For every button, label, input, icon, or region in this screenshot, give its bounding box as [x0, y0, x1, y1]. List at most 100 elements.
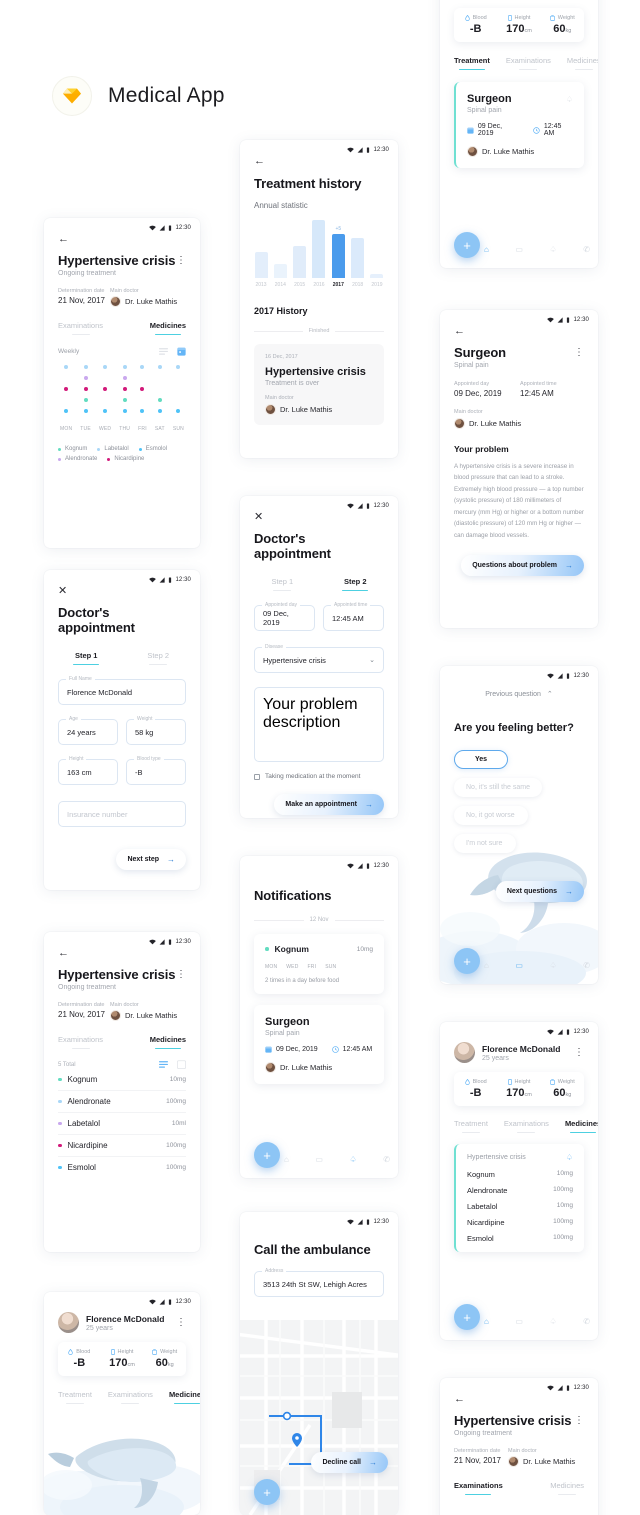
tab-medicines[interactable]: Medicines: [150, 1035, 186, 1049]
previous-question-label[interactable]: Previous question: [485, 691, 541, 698]
more-options-icon[interactable]: ⋮: [574, 347, 584, 358]
tab-medicines[interactable]: Medicines: [150, 321, 186, 335]
nav-bell-icon[interactable]: ♤: [550, 245, 557, 254]
full-name-field[interactable]: Full Name Florence McDonald: [58, 676, 186, 705]
nav-bell-icon[interactable]: ♤: [350, 1155, 357, 1164]
doctor-chip[interactable]: Dr. Luke Mathis: [467, 146, 573, 157]
doctor-chip[interactable]: Dr. Luke Mathis: [110, 296, 186, 307]
nav-home-icon[interactable]: ⌂: [284, 1155, 289, 1164]
back-arrow-icon[interactable]: ←: [58, 234, 186, 245]
nav-phone-icon[interactable]: ✆: [383, 1155, 390, 1164]
bell-icon[interactable]: ♤: [566, 95, 573, 104]
close-icon[interactable]: ✕: [58, 586, 186, 597]
tab-examinations[interactable]: Examinations: [58, 1035, 103, 1049]
more-options-icon[interactable]: ⋮: [574, 1415, 584, 1426]
age-field[interactable]: Age 24 years: [58, 716, 118, 745]
nav-phone-icon[interactable]: ✆: [583, 1317, 590, 1326]
option-yes[interactable]: Yes: [454, 750, 508, 769]
table-row[interactable]: Kognum 10mg: [58, 1069, 186, 1091]
appointed-day-label: Appointed day: [454, 381, 490, 387]
medicine-notification-card[interactable]: Kognum 10mg MON WED FRI SUN 2 times in a…: [254, 934, 384, 994]
nav-phone-icon[interactable]: ✆: [583, 961, 590, 970]
nav-home-icon[interactable]: ⌂: [484, 245, 489, 254]
calendar-view-icon[interactable]: [177, 1060, 186, 1069]
weight-field[interactable]: Weight 58 kg: [126, 716, 186, 745]
table-row[interactable]: Alendronate 100mg: [58, 1091, 186, 1113]
appointed-day-field[interactable]: Appointed day 09 Dec, 2019: [254, 602, 315, 631]
nav-chat-icon[interactable]: ▭: [315, 1155, 323, 1164]
history-card[interactable]: 16 Dec, 2017 Hypertensive crisis Treatme…: [254, 344, 384, 425]
nav-phone-icon[interactable]: ✆: [583, 245, 590, 254]
more-options-icon[interactable]: ⋮: [574, 1047, 584, 1058]
tab-medicines[interactable]: Medicines: [550, 1481, 584, 1495]
nav-bell-icon[interactable]: ♤: [550, 961, 557, 970]
option-not-sure[interactable]: I'm not sure: [454, 834, 516, 853]
tab-examinations[interactable]: Examinations: [504, 1119, 549, 1133]
nav-home-icon[interactable]: ⌂: [484, 961, 489, 970]
doctor-chip[interactable]: Dr. Luke Mathis: [110, 1010, 186, 1021]
tab-step-1[interactable]: Step 1: [75, 651, 98, 665]
nav-chat-icon[interactable]: ▭: [515, 961, 523, 970]
list-view-icon[interactable]: [159, 1061, 168, 1068]
next-questions-button[interactable]: Next questions →: [495, 881, 584, 902]
height-field[interactable]: Height 163 cm: [58, 756, 118, 785]
insurance-number-input[interactable]: Insurance number: [58, 801, 186, 827]
disease-select[interactable]: Disease Hypertensive crisis ⌄: [254, 644, 384, 673]
add-button[interactable]: +: [454, 1304, 480, 1330]
tab-treatment[interactable]: Treatment: [454, 56, 490, 70]
back-arrow-icon[interactable]: ←: [58, 948, 186, 959]
table-row[interactable]: Esmolol 100mg: [58, 1157, 186, 1178]
tab-medicines[interactable]: Medicines: [567, 56, 598, 70]
tab-step-2[interactable]: Step 2: [344, 577, 367, 591]
appointment-notification-card[interactable]: Surgeon Spinal pain 09 Dec, 2019 12:45 A…: [254, 1005, 384, 1084]
more-options-icon[interactable]: ⋮: [176, 1317, 186, 1328]
decline-call-button[interactable]: Decline call →: [311, 1452, 388, 1473]
chevron-up-icon[interactable]: ⌃: [547, 690, 553, 698]
problem-description-textarea[interactable]: Your problem description: [254, 687, 384, 762]
doctor-chip[interactable]: Dr. Luke Mathis: [265, 404, 373, 415]
tab-examinations[interactable]: Examinations: [506, 56, 551, 70]
medication-checkbox-row[interactable]: Taking medication at the moment: [254, 773, 384, 780]
option-still-same[interactable]: No, it's still the same: [454, 778, 542, 797]
add-button[interactable]: +: [254, 1479, 280, 1505]
treatment-card[interactable]: Surgeon ♤ Spinal pain 09 Dec, 2019 12:45…: [454, 82, 584, 168]
table-row[interactable]: Labetalol 10ml: [58, 1113, 186, 1135]
calendar-view-icon[interactable]: [177, 347, 186, 356]
list-view-icon[interactable]: [159, 348, 168, 355]
make-appointment-button[interactable]: Make an appointment →: [274, 794, 384, 815]
tab-step-2[interactable]: Step 2: [147, 651, 169, 665]
checkbox[interactable]: [254, 773, 260, 780]
table-row[interactable]: Nicardipine 100mg: [58, 1135, 186, 1157]
nav-chat-icon[interactable]: ▭: [515, 1317, 523, 1326]
close-icon[interactable]: ✕: [254, 512, 384, 523]
back-arrow-icon[interactable]: ←: [454, 1394, 584, 1405]
appointed-time-label: Appointed time: [331, 602, 371, 608]
doctor-chip[interactable]: Dr. Luke Mathis: [265, 1062, 373, 1073]
blood-type-field[interactable]: Blood type -B: [126, 756, 186, 785]
nav-home-icon[interactable]: ⌂: [484, 1317, 489, 1326]
tab-examinations[interactable]: Examinations: [58, 321, 103, 335]
address-field[interactable]: Address 3513 24th St SW, Lehigh Acres: [254, 1268, 384, 1297]
add-button[interactable]: +: [454, 232, 480, 258]
add-button[interactable]: +: [454, 948, 480, 974]
more-options-icon[interactable]: ⋮: [176, 969, 186, 980]
back-arrow-icon[interactable]: ←: [254, 156, 384, 167]
tab-step-1[interactable]: Step 1: [271, 577, 293, 591]
next-step-button[interactable]: Next step →: [116, 849, 186, 870]
tab-medicines[interactable]: Medicines: [565, 1119, 598, 1133]
option-got-worse[interactable]: No, it got worse: [454, 806, 528, 825]
nav-chat-icon[interactable]: ▭: [515, 245, 523, 254]
bell-icon[interactable]: ♤: [566, 1153, 573, 1162]
appointed-time-field[interactable]: Appointed time 12:45 AM: [323, 602, 384, 631]
more-options-icon[interactable]: ⋮: [176, 255, 186, 266]
medicines-table: Kognum 10mg Alendronate 100mg Labetalol …: [58, 1069, 186, 1178]
tab-examinations[interactable]: Examinations: [454, 1481, 503, 1495]
nav-bell-icon[interactable]: ♤: [550, 1317, 557, 1326]
questions-about-problem-button[interactable]: Questions about problem →: [461, 555, 584, 577]
add-button[interactable]: +: [254, 1142, 280, 1168]
doctor-chip[interactable]: Dr. Luke Mathis: [454, 418, 584, 429]
medicines-card[interactable]: Hypertensive crisis ♤ Kognum 10mg Alendro…: [454, 1144, 584, 1252]
tab-treatment[interactable]: Treatment: [454, 1119, 488, 1133]
back-arrow-icon[interactable]: ←: [454, 326, 584, 337]
doctor-chip[interactable]: Dr. Luke Mathis: [508, 1456, 584, 1467]
